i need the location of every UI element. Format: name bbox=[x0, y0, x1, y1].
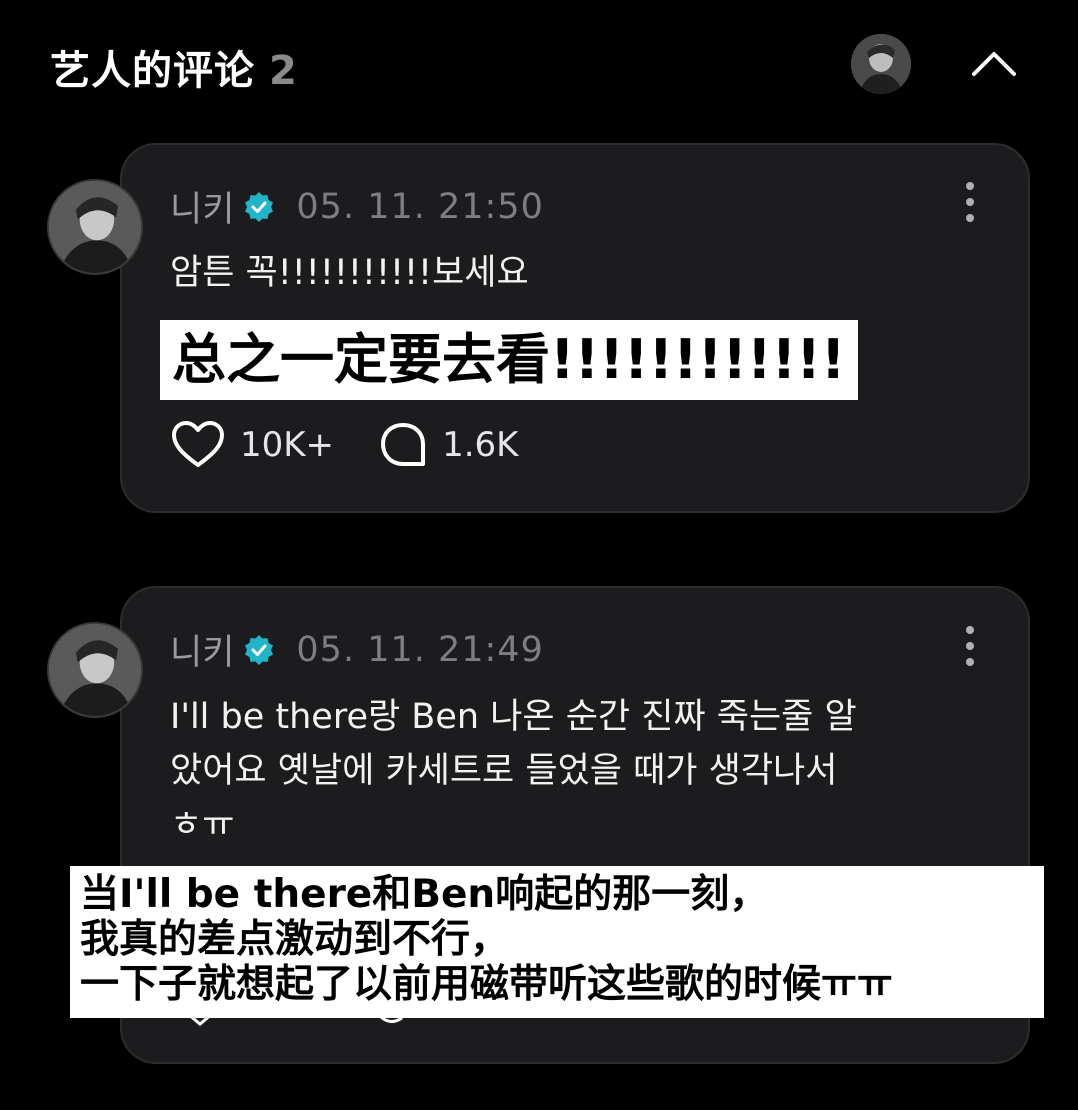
more-options-button[interactable] bbox=[958, 180, 982, 224]
translation-subtitle: 当I'll be there和Ben响起的那一刻， 我真的差点激动到不行， 一下… bbox=[70, 866, 1044, 1018]
avatar-portrait-icon bbox=[49, 181, 141, 273]
avatar-portrait-icon bbox=[49, 624, 141, 716]
comment-text: 암튼 꼭!!!!!!!!!!!보세요 bbox=[170, 253, 529, 293]
heart-icon bbox=[172, 421, 224, 467]
reply-button[interactable]: 1.6K bbox=[378, 420, 518, 470]
like-button[interactable]: 10K+ bbox=[170, 420, 378, 470]
collapse-button[interactable] bbox=[966, 40, 1022, 88]
artist-avatar[interactable] bbox=[851, 34, 911, 94]
more-vertical-icon bbox=[966, 626, 974, 666]
avatar[interactable] bbox=[47, 179, 143, 275]
comment-meta: 니키 05. 11. 21:50 bbox=[170, 181, 544, 232]
avatar-portrait-icon bbox=[851, 34, 911, 94]
verified-badge-icon bbox=[245, 191, 274, 222]
section-title-label: 艺人的评论 bbox=[50, 48, 255, 94]
username[interactable]: 니키 bbox=[170, 181, 234, 232]
comment-line: ㅎㅠ bbox=[170, 805, 235, 845]
timestamp: 05. 11. 21:49 bbox=[296, 629, 544, 670]
more-options-button[interactable] bbox=[958, 624, 982, 668]
comment-actions: 10K+ 1.6K bbox=[170, 420, 518, 470]
section-title: 艺人的评论 2 bbox=[50, 38, 298, 96]
username[interactable]: 니키 bbox=[170, 624, 234, 675]
comment-line: I'll be there랑 Ben 나온 순간 진짜 죽는줄 알 bbox=[170, 697, 857, 737]
chevron-up-icon bbox=[972, 52, 1016, 76]
comment-line: 았어요 옛날에 카세트로 들었을 때가 생각나서 bbox=[170, 751, 838, 791]
subtitle-line: 当I'll be there和Ben响起的那一刻， bbox=[80, 872, 769, 917]
reply-count: 1.6K bbox=[442, 425, 519, 465]
verified-badge-icon bbox=[245, 634, 274, 665]
subtitle-line: 一下子就想起了以前用磁带听这些歌的时候ㅠㅠ bbox=[80, 962, 893, 1007]
comment-meta: 니키 05. 11. 21:49 bbox=[170, 624, 544, 675]
more-vertical-icon bbox=[966, 182, 974, 222]
comment-text: I'll be there랑 Ben 나온 순간 진짜 죽는줄 알 았어요 옛날… bbox=[170, 690, 980, 852]
translation-subtitle: 总之一定要去看!!!!!!!!!!!! bbox=[160, 320, 858, 400]
avatar[interactable] bbox=[47, 622, 143, 718]
comment-bubble-icon bbox=[381, 423, 426, 466]
comment-count-badge: 2 bbox=[269, 48, 298, 94]
like-count: 10K+ bbox=[240, 425, 335, 465]
subtitle-line: 我真的差点激动到不行， bbox=[80, 917, 510, 962]
timestamp: 05. 11. 21:50 bbox=[296, 186, 544, 227]
